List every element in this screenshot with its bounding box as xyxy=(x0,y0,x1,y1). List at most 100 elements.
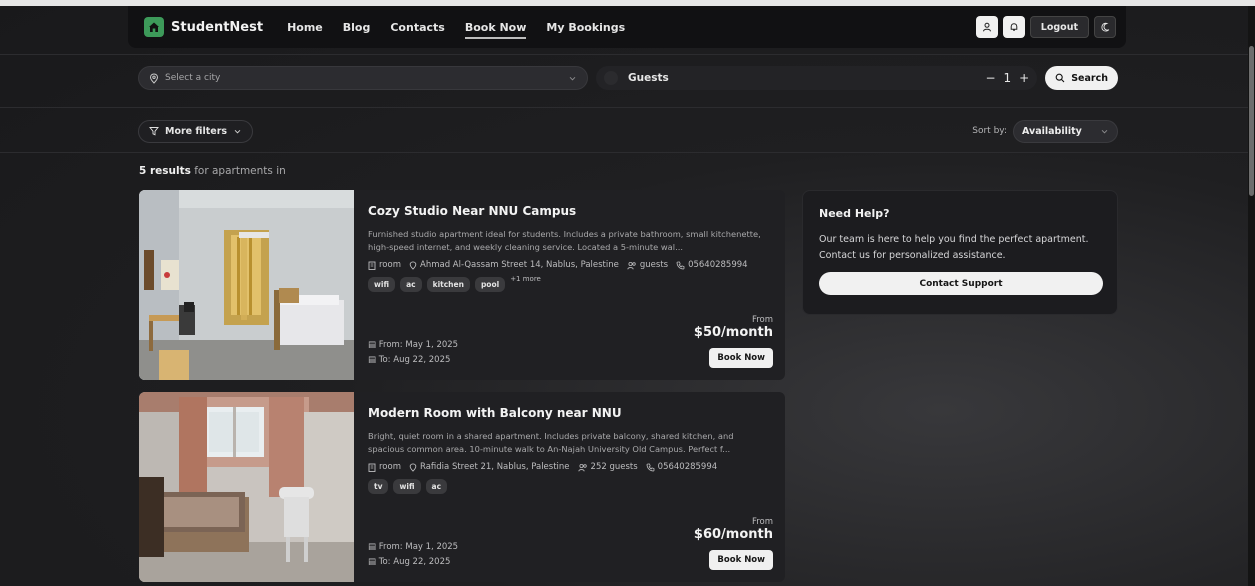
listing-address: Rafidia Street 21, Nablus, Palestine xyxy=(409,462,570,472)
nav-link-blog[interactable]: Blog xyxy=(343,21,371,34)
listing-to-date-label: To: Aug 22, 2025 xyxy=(378,355,451,365)
filter-bar: More filters Sort by: Availability xyxy=(138,119,1118,143)
amenity-tag: tv xyxy=(368,479,389,494)
help-panel: Need Help? Our team is here to help you … xyxy=(802,190,1118,315)
phone-icon xyxy=(646,463,655,472)
bell-icon xyxy=(1009,22,1019,32)
listing-to-date: ▤ To: Aug 22, 2025 xyxy=(368,555,458,570)
amenity-tag: wifi xyxy=(393,479,421,494)
filter-icon xyxy=(149,126,159,136)
brand-name: StudentNest xyxy=(171,19,264,35)
amenity-tag: pool xyxy=(474,277,506,292)
price-prefix: From xyxy=(751,315,773,325)
sort-control: Sort by: Availability xyxy=(972,119,1118,143)
listing-from-date: ▤ From: May 1, 2025 xyxy=(368,338,458,353)
listing-price-box: From $50/month Book Now xyxy=(694,315,773,368)
listing-card[interactable]: Cozy Studio Near NNU Campus Furnished st… xyxy=(139,190,785,380)
listing-tags: wifi ac kitchen pool +1 more xyxy=(368,275,771,292)
calendar-icon: ▤ xyxy=(368,355,377,365)
divider xyxy=(0,107,1248,108)
search-icon xyxy=(1055,73,1065,83)
scrollbar[interactable] xyxy=(1248,6,1255,586)
guests-stepper: − 1 + xyxy=(985,71,1029,85)
nav-link-my-bookings[interactable]: My Bookings xyxy=(546,21,625,34)
listing-address: Ahmad Al-Qassam Street 14, Nablus, Pales… xyxy=(409,260,619,270)
calendar-icon: ▤ xyxy=(368,340,377,350)
guests-increment-button[interactable]: + xyxy=(1019,71,1029,85)
listing-title[interactable]: Cozy Studio Near NNU Campus xyxy=(368,204,771,218)
phone-icon xyxy=(676,261,685,270)
moon-icon xyxy=(1100,22,1110,32)
calendar-icon: ▤ xyxy=(368,557,377,567)
scrollbar-thumb[interactable] xyxy=(1249,46,1254,196)
listing-type-label: room xyxy=(379,260,401,270)
nav-link-contacts[interactable]: Contacts xyxy=(390,21,444,34)
guests-count: 1 xyxy=(1003,71,1012,85)
divider xyxy=(0,54,1248,55)
nav-link-home[interactable]: Home xyxy=(287,21,323,34)
more-amenities[interactable]: +1 more xyxy=(510,275,541,283)
help-title: Need Help? xyxy=(819,207,890,220)
book-now-button[interactable]: Book Now xyxy=(709,348,773,368)
listing-title[interactable]: Modern Room with Balcony near NNU xyxy=(368,406,771,420)
more-filters-button[interactable]: More filters xyxy=(138,119,254,143)
amenity-tag: wifi xyxy=(368,277,396,292)
book-now-button[interactable]: Book Now xyxy=(709,550,773,570)
listing-photo[interactable] xyxy=(139,392,354,582)
results-suffix: for apartments in xyxy=(194,165,286,177)
listing-dates: ▤ From: May 1, 2025 ▤ To: Aug 22, 2025 xyxy=(368,338,458,368)
building-icon xyxy=(368,261,376,270)
guests-field: Guests − 1 + xyxy=(596,66,1038,90)
listing-phone-label: 05640285994 xyxy=(688,260,748,270)
notifications-button[interactable] xyxy=(1002,16,1025,38)
contact-support-button[interactable]: Contact Support xyxy=(819,272,1103,295)
sort-select-value: Availability xyxy=(1022,125,1082,137)
users-icon xyxy=(627,261,637,270)
users-icon xyxy=(577,463,588,472)
search-button-label: Search xyxy=(1071,72,1108,84)
listing-phone: 05640285994 xyxy=(676,260,748,270)
search-button[interactable]: Search xyxy=(1045,66,1118,90)
user-icon xyxy=(982,22,992,32)
amenity-tag: kitchen xyxy=(426,277,470,292)
map-pin-icon xyxy=(409,260,417,270)
listing-to-date: ▤ To: Aug 22, 2025 xyxy=(368,353,458,368)
building-icon xyxy=(368,463,376,472)
listing-address-label: Rafidia Street 21, Nablus, Palestine xyxy=(420,462,570,472)
listing-type: room xyxy=(368,462,401,472)
amenity-tag: ac xyxy=(400,277,422,292)
guests-label: Guests xyxy=(628,72,669,84)
sort-label: Sort by: xyxy=(972,126,1007,136)
listing-dates: ▤ From: May 1, 2025 ▤ To: Aug 22, 2025 xyxy=(368,540,458,570)
profile-button[interactable] xyxy=(975,16,998,38)
nav-link-book-now[interactable]: Book Now xyxy=(464,21,526,39)
listing-photo[interactable] xyxy=(139,190,354,380)
listing-to-date-label: To: Aug 22, 2025 xyxy=(378,557,451,567)
listing-meta: room Rafidia Street 21, Nablus, Palestin… xyxy=(368,462,771,472)
chevron-down-icon xyxy=(1100,127,1109,136)
city-select[interactable]: Select a city xyxy=(138,66,588,90)
theme-toggle-button[interactable] xyxy=(1094,16,1116,38)
guests-decrement-button[interactable]: − xyxy=(985,71,995,85)
house-icon xyxy=(144,17,164,37)
amenity-tag: ac xyxy=(425,479,448,494)
results-summary: 5 results for apartments in xyxy=(139,165,286,177)
listing-price: $60/month xyxy=(693,527,773,542)
listing-body: Modern Room with Balcony near NNU Bright… xyxy=(354,392,785,582)
chevron-down-icon xyxy=(233,127,242,136)
listing-type-label: room xyxy=(379,462,401,472)
chevron-down-icon xyxy=(568,74,577,83)
help-text: Our team is here to help you find the pe… xyxy=(819,234,1089,261)
guests-icon xyxy=(604,71,618,85)
listing-guests: guests xyxy=(627,260,668,270)
listing-card[interactable]: Modern Room with Balcony near NNU Bright… xyxy=(139,392,785,582)
brand[interactable]: StudentNest xyxy=(144,17,263,37)
map-pin-icon xyxy=(149,72,159,84)
logout-button[interactable]: Logout xyxy=(1029,16,1089,38)
listing-price-box: From $60/month Book Now xyxy=(694,517,773,570)
more-filters-label: More filters xyxy=(165,125,228,137)
listing-price: $50/month xyxy=(693,325,773,340)
listing-guests-label: guests xyxy=(639,260,669,270)
listing-guests-label: 252 guests xyxy=(590,462,638,472)
sort-select[interactable]: Availability xyxy=(1013,119,1118,143)
